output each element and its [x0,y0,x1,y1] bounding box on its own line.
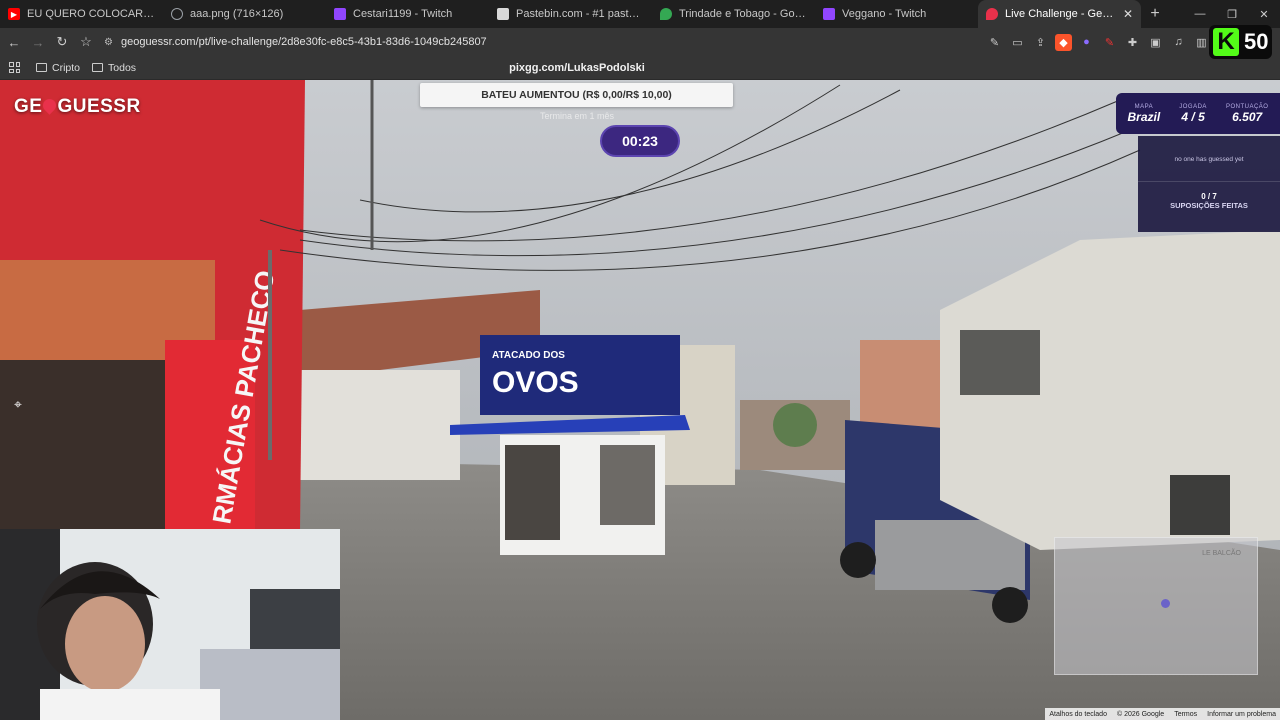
extension-purple-icon[interactable]: ● [1078,34,1095,51]
tab-geoguessr[interactable]: Live Challenge - GeoGuessr ✕ [978,0,1141,28]
tab-image[interactable]: aaa.png (716×126) [163,0,326,28]
shop-counter [600,445,655,525]
media-icon[interactable]: ♫ [1170,34,1187,51]
new-tab-button[interactable]: + [1141,0,1169,28]
url-field[interactable]: ⚙ geoguessr.com/pt/live-challenge/2d8e30… [104,36,487,48]
minimize-icon[interactable]: — [1184,0,1216,28]
challenge-banner: BATEU AUMENTOU (R$ 0,00/R$ 10,00) [420,83,733,107]
pharmacy-interior [0,360,165,530]
truck-wheel [992,587,1028,623]
game-status-hud: MAPA Brazil JOGADA 4 / 5 PONTUAÇÃO 6.507 [1116,93,1280,134]
share-icon[interactable]: ⇪ [1032,34,1049,51]
back-icon[interactable]: ← [4,32,24,52]
translate-icon[interactable]: ✎ [986,34,1003,51]
house-window [960,330,1040,395]
extensions-area: ✎ ▭ ⇪ ◆ ● ✎ ✚ ▣ ♫ ▥ [986,28,1210,56]
url-text: geoguessr.com/pt/live-challenge/2d8e30fc… [120,36,487,48]
keyboard-shortcuts-link[interactable]: Atalhos do teclado [1049,711,1107,718]
truck-wheel [840,542,876,578]
bookmarks-bar: Cripto Todos pixgg.com/LukasPodolski [0,56,1280,80]
bookmark-star-icon[interactable]: ☆ [76,32,96,52]
globe-icon [171,8,183,20]
split-view-icon[interactable]: ▥ [1193,34,1210,51]
extension-red-icon[interactable]: ✎ [1101,34,1118,51]
forward-icon[interactable]: → [28,32,48,52]
copyright-text: © 2026 Google [1116,710,1165,718]
compass-icon[interactable]: ⌖ [14,396,32,414]
no-guesses-text: no one has guessed yet [1174,156,1244,163]
tab-twitch-veggano[interactable]: Veggano - Twitch [815,0,978,28]
round-timer: 00:23 [600,125,680,157]
pastebin-icon [497,8,509,20]
shop-opening [505,445,560,540]
twitch-icon [823,8,835,20]
youtube-icon: ▶ [8,8,20,20]
hud-value: Brazil [1127,109,1161,124]
streamer-webcam [0,529,340,720]
hud-value: 6.507 [1232,109,1263,124]
guesses-panel: no one has guessed yet 0 / 7 SUPOSIÇÕES … [1138,136,1280,232]
house-door [1170,475,1230,535]
hud-round: JOGADA 4 / 5 [1179,104,1207,124]
tree [773,403,817,447]
sidebar-icon[interactable]: ▣ [1147,34,1164,51]
hud-map: MAPA Brazil [1128,104,1161,124]
report-problem-link[interactable]: Informar um problema [1207,711,1276,718]
white-building [300,370,460,480]
close-window-icon[interactable]: ✕ [1248,0,1280,28]
maps-pin-icon [660,8,672,20]
terms-link[interactable]: Termos [1174,711,1197,718]
tab-youtube[interactable]: ▶ EU QUERO COLOCAR UM HATER DO [0,0,163,28]
tab-twitch-cestari[interactable]: Cestari1199 - Twitch [326,0,489,28]
divider [1138,181,1280,182]
kick-logo: K [1213,28,1239,56]
restore-icon[interactable]: ❐ [1216,0,1248,28]
stream-overlay-title: pixgg.com/LukasPodolski [509,61,645,74]
tab-pastebin[interactable]: Pastebin.com - #1 paste tool since 2 [489,0,652,28]
viewer-count: 50 [1244,29,1269,54]
tab-label: EU QUERO COLOCAR UM HATER DO [27,8,155,20]
site-info-icon[interactable]: ⚙ [104,37,113,48]
install-app-icon[interactable]: ▭ [1009,34,1026,51]
tab-label: Live Challenge - GeoGuessr [1005,8,1117,20]
webcam-image [0,529,340,720]
ovos-sign-small: ATACADO DOS [492,350,565,361]
tab-label: aaa.png (716×126) [190,8,284,20]
guess-count-label: SUPOSIÇÕES FEITAS [1170,201,1248,210]
guess-minimap[interactable]: LE BALCÃO [1054,537,1258,675]
tab-google-maps[interactable]: Trindade e Tobago - Google Maps [652,0,815,28]
tab-label: Pastebin.com - #1 paste tool since 2 [516,8,644,20]
tab-strip: ▶ EU QUERO COLOCAR UM HATER DO aaa.png (… [0,0,1280,28]
tab-label: Veggano - Twitch [842,8,927,20]
tab-label: Trindade e Tobago - Google Maps [679,8,807,20]
address-bar-row: ← → ↻ ☆ ⚙ geoguessr.com/pt/live-challeng… [0,28,1280,56]
reload-icon[interactable]: ↻ [52,32,72,52]
close-tab-icon[interactable]: ✕ [1123,7,1133,21]
extensions-puzzle-icon[interactable]: ✚ [1124,34,1141,51]
minimap-label: LE BALCÃO [1202,550,1241,557]
kick-viewer-badge: K 50 [1209,25,1272,59]
hud-value: 4 / 5 [1181,109,1205,124]
ovos-sign-big: OVOS [492,366,579,399]
guess-count: 0 / 7 [1201,192,1217,201]
hud-score: PONTUAÇÃO 6.507 [1226,104,1269,124]
street-view-panorama[interactable]: RMÁCIAS PACHECO ATACADO DOS OVOS GE GUESS… [0,80,1280,720]
challenge-subtext: Termina em 1 mês [539,111,615,121]
brave-shield-icon[interactable]: ◆ [1055,33,1072,51]
geoguessr-pin-icon [986,8,998,20]
twitch-icon [334,8,346,20]
window-controls: — ❐ ✕ [1184,0,1280,28]
location-dot [1161,599,1170,608]
map-footer: Atalhos do teclado © 2026 Google Termos … [1045,708,1280,720]
tab-label: Cestari1199 - Twitch [353,8,453,20]
